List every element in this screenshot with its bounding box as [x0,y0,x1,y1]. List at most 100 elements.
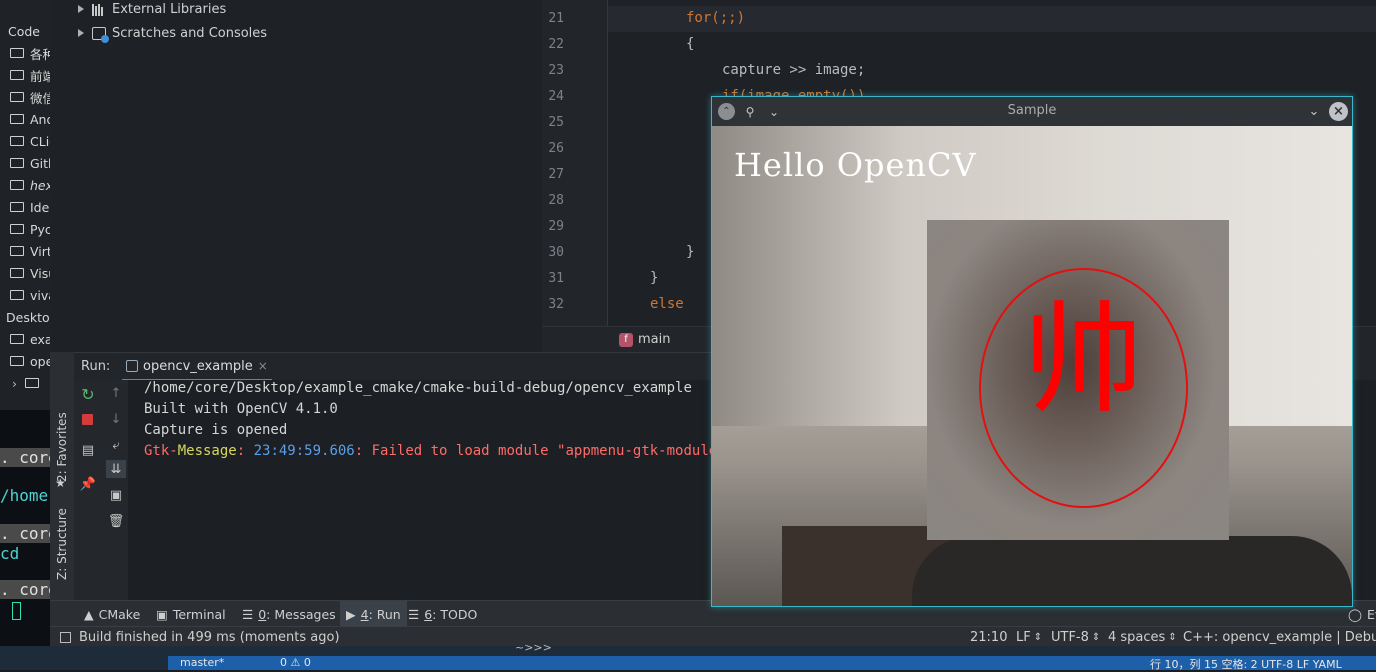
folder-icon [10,92,24,102]
file-item[interactable]: › [0,372,50,394]
file-item[interactable]: viva [0,284,50,306]
code-line[interactable]: } [686,244,694,260]
line-number: 24 [548,89,564,104]
folder-icon [10,136,24,146]
close-icon[interactable]: × [1329,102,1348,121]
up-arrow-icon[interactable]: ↑ [106,384,126,402]
file-item[interactable]: CLio [0,130,50,152]
line-number: 21 [548,11,564,26]
file-manager-strip: Code 各种 前端 微信 And CLio Gith hex Idea Pyc… [0,0,50,410]
trash-icon[interactable]: 🗑 [106,512,126,530]
layout-icon[interactable]: ▤ [78,442,98,458]
code-line[interactable]: capture >> image; [722,62,865,78]
problem-counts[interactable]: 0 ⚠ 0 [280,656,311,669]
chevron-right-icon: › [12,375,17,391]
terminal-strip: . core /home . core cd . core [0,410,50,646]
git-branch[interactable]: master* [180,656,224,669]
code-line[interactable]: for(;;) [686,10,745,26]
terminal-cursor [12,602,21,620]
tab-todo[interactable]: ☰ 6: TODO [408,601,477,627]
tree-item-external-libraries[interactable]: External Libraries [50,0,226,20]
pin-icon[interactable]: 📌 [78,476,98,492]
tab-messages[interactable]: ☰ 0: Messages [242,601,336,627]
scroll-to-end-icon[interactable]: ⇊ [106,460,126,478]
status-bar: Build finished in 499 ms (moments ago) 2… [50,626,1376,646]
line-number: 32 [548,297,564,312]
file-item[interactable]: 各种 [0,42,50,64]
expand-arrow-icon[interactable] [78,29,84,37]
status-message[interactable]: Build finished in 499 ms (moments ago) [60,627,340,647]
close-tab-icon[interactable]: × [258,359,268,373]
expand-arrow-icon[interactable] [78,5,84,13]
status-position[interactable]: 21:10 [970,627,1007,647]
file-item[interactable]: 前端 [0,64,50,86]
minimize-icon[interactable]: ⌄ [1306,103,1322,120]
down-arrow-icon[interactable]: ↓ [106,410,126,428]
console-icon [126,360,138,372]
stop-icon[interactable] [82,414,93,425]
file-item[interactable]: Visu [0,262,50,284]
folder-icon [10,202,24,212]
folder-icon [10,334,24,344]
run-tabs-bar: Run: opencv_example × [74,352,714,381]
line-number: 26 [548,141,564,156]
tab-run[interactable]: ▶ 4: Run [340,601,407,627]
tree-item-scratches[interactable]: Scratches and Consoles [50,22,267,44]
tab-cmake[interactable]: ▲ CMake [84,601,140,627]
folder-icon [10,246,24,256]
line-number: 31 [548,271,564,286]
line-number: 22 [548,37,564,52]
status-context[interactable]: C++: opencv_example | Debug [1183,627,1376,647]
file-item[interactable]: Pyc [0,218,50,240]
taskbar: master* ~>>> 0 ⚠ 0 行 10，列 15 空格: 2 UTF-8… [0,641,1376,671]
code-line[interactable]: } [650,270,658,286]
section-desktop[interactable]: Desktop [0,306,50,328]
section-code[interactable]: Code [0,20,50,42]
run-label: Run: [81,359,111,374]
file-item[interactable]: exa [0,328,50,350]
run-config-tab[interactable]: opencv_example × [122,353,272,381]
soft-wrap-icon[interactable]: ⤶ [106,436,126,454]
rerun-icon[interactable]: ↻ [78,384,98,404]
camera-frame: 帅 Hello OpenCV [712,126,1352,606]
search-icon: ◯ [1348,606,1362,622]
console-line: Capture is opened [144,422,288,438]
opencv-window[interactable]: ⌃ ⚲ ⌄ Sample ⌄ × 帅 Hello OpenCV [711,96,1353,607]
file-item[interactable]: Gith [0,152,50,174]
gutter-divider [607,0,608,326]
console-line-gtk: Gtk-Message: 23:49:59.606: Failed to loa… [144,443,726,459]
folder-icon [10,356,24,366]
line-number: 29 [548,219,564,234]
panel-toggle-icon[interactable] [60,631,71,643]
code-line[interactable]: else [650,296,684,312]
file-item[interactable]: hex [0,174,50,196]
left-tool-stripe: 2: Favorites ★ Z: Structure [50,352,74,600]
terminal-line: . core [0,580,50,599]
terminal-line: . core [0,524,50,543]
line-number: 23 [548,63,564,78]
file-item[interactable]: And [0,108,50,130]
folder-icon [10,114,24,124]
file-item[interactable]: Virt [0,240,50,262]
folder-icon [10,180,24,190]
status-line-separator[interactable]: LF ⇕ [1016,627,1042,647]
window-titlebar[interactable]: ⌃ ⚲ ⌄ Sample ⌄ × [712,97,1352,126]
terminal-icon: ▣ [156,606,168,622]
overlay-text: Hello OpenCV [734,146,977,184]
library-icon [92,2,108,16]
structure-tab[interactable]: Z: Structure [52,500,72,580]
status-indent[interactable]: 4 spaces ⇕ [1108,627,1177,647]
status-encoding[interactable]: UTF-8 ⇕ [1051,627,1100,647]
folder-icon [10,224,24,234]
print-icon[interactable]: ▣ [106,486,126,504]
code-line[interactable]: { [686,36,694,52]
file-item[interactable]: Idea [0,196,50,218]
file-item[interactable]: 微信 [0,86,50,108]
favorites-tab[interactable]: 2: Favorites [52,402,72,482]
folder-icon [10,158,24,168]
tab-terminal[interactable]: ▣ Terminal [156,601,226,627]
breadcrumb-label: main [638,332,671,347]
line-number: 30 [548,245,564,260]
file-item[interactable]: ope [0,350,50,372]
line-number: 27 [548,167,564,182]
